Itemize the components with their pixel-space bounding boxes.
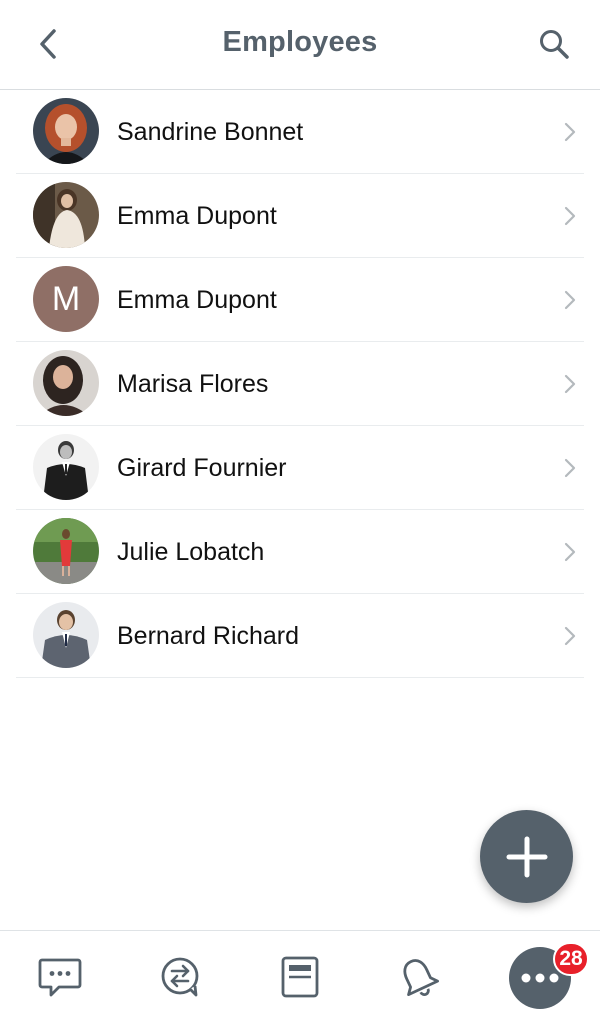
avatar [33, 350, 99, 416]
employee-list: Sandrine Bonnet Emma Dupont M Emma Dupon… [0, 90, 600, 678]
employee-name: Marisa Flores [117, 370, 269, 398]
employee-name: Sandrine Bonnet [117, 118, 304, 146]
chevron-right-icon [564, 458, 576, 478]
employee-name: Emma Dupont [117, 202, 277, 230]
document-icon [281, 956, 319, 998]
tab-messages[interactable] [32, 949, 88, 1005]
employee-row[interactable]: Marisa Flores [16, 342, 584, 426]
add-employee-button[interactable] [480, 810, 573, 903]
chevron-right-icon [564, 122, 576, 142]
employee-row[interactable]: Julie Lobatch [16, 510, 584, 594]
notification-badge: 28 [553, 942, 589, 976]
chevron-right-icon [564, 290, 576, 310]
avatar [33, 98, 99, 164]
employee-name: Bernard Richard [117, 622, 300, 650]
tab-notifications[interactable] [390, 949, 446, 1005]
app-header: Employees [0, 0, 600, 90]
employee-row[interactable]: Girard Fournier [16, 426, 584, 510]
chat-bubble-icon [38, 958, 82, 997]
employee-name: Julie Lobatch [117, 538, 265, 566]
employee-row[interactable]: Emma Dupont [16, 174, 584, 258]
employee-row[interactable]: Sandrine Bonnet [16, 90, 584, 174]
conversation-swap-icon [161, 957, 199, 997]
chevron-right-icon [564, 542, 576, 562]
plus-icon [506, 836, 547, 877]
chevron-right-icon [564, 374, 576, 394]
employee-row[interactable]: M Emma Dupont [16, 258, 584, 342]
bottom-tab-bar [0, 930, 600, 1024]
avatar [33, 434, 99, 500]
employee-name: Girard Fournier [117, 454, 287, 482]
search-button[interactable] [534, 24, 574, 64]
chevron-right-icon [564, 206, 576, 226]
bell-icon [403, 959, 439, 997]
avatar-initial: M [33, 266, 99, 332]
avatar [33, 182, 99, 248]
more-dots-icon [521, 973, 559, 983]
search-icon [540, 30, 569, 59]
avatar [33, 518, 99, 584]
employee-row[interactable]: Bernard Richard [16, 594, 584, 678]
avatar [33, 602, 99, 668]
employee-name: Emma Dupont [117, 286, 277, 314]
chevron-right-icon [564, 626, 576, 646]
page-title: Employees [222, 26, 378, 58]
tab-conversations[interactable] [152, 949, 208, 1005]
tab-documents[interactable] [272, 949, 328, 1005]
